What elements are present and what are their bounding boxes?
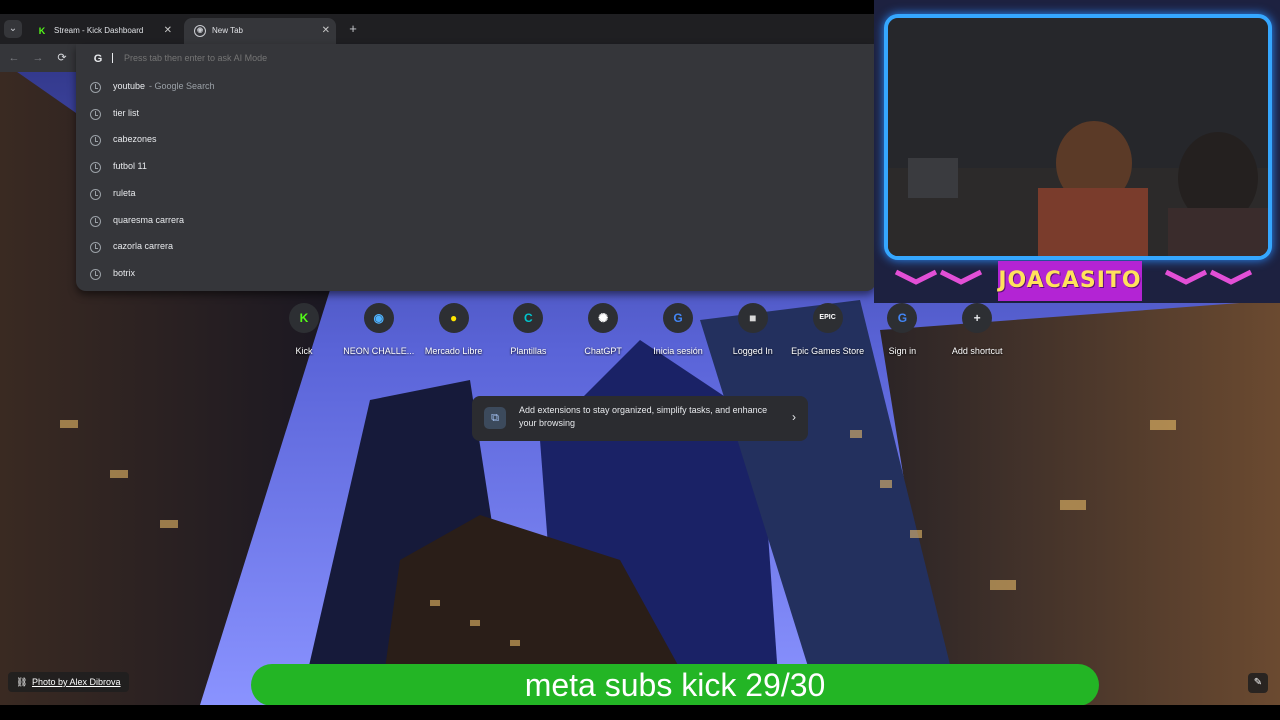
shortcut-favicon-icon: G (887, 303, 918, 333)
history-clock-icon (90, 242, 101, 254)
photo-credit-text: Photo by Alex Dibrova (32, 677, 121, 687)
history-clock-icon (90, 188, 101, 200)
shortcut-label: Kick (295, 346, 313, 356)
shortcut-tile[interactable]: EPIC Epic Games Store (791, 303, 865, 363)
tab-new-tab[interactable]: ◉ New Tab ✕ (184, 18, 336, 44)
shortcut-label: Add shortcut (951, 346, 1003, 356)
shortcut-label: Logged In (732, 346, 773, 356)
suggestion-query: quaresma carrera (113, 214, 185, 225)
new-tab-plus-icon[interactable]: + (346, 20, 360, 38)
shortcut-favicon-icon: C (513, 303, 544, 333)
history-clock-icon (90, 215, 101, 227)
shortcut-tile[interactable]: ● Mercado Libre (417, 303, 491, 363)
left-chevrons-decoration (894, 269, 983, 285)
shortcut-favicon-icon: EPIC (812, 303, 843, 333)
suggestion-text: ruleta (113, 183, 136, 203)
shortcut-tile[interactable]: C Plantillas (491, 303, 565, 363)
webcam-feed (884, 14, 1272, 260)
shortcut-label: ChatGPT (584, 346, 622, 356)
close-tab-icon[interactable]: ✕ (322, 18, 330, 44)
link-icon: ⛓ (16, 677, 28, 687)
suggestion-row[interactable]: youtube - Google Search (76, 76, 876, 102)
shortcut-tile[interactable]: ■ Logged In (716, 303, 790, 363)
suggestion-row[interactable]: botrix (76, 263, 876, 289)
suggestion-text: quaresma carrera (113, 210, 184, 230)
shortcut-favicon-icon: ✺ (588, 303, 619, 333)
suggestion-row[interactable]: cabezones (76, 129, 876, 155)
streamer-name-badge: JOACASITO (998, 261, 1142, 301)
suggestion-row[interactable]: cazorla carrera (76, 236, 876, 262)
suggestion-text: youtube - Google Search (113, 76, 215, 96)
suggestion-text: cazorla carrera (113, 236, 173, 256)
address-bar-input[interactable] (124, 50, 824, 66)
history-clock-icon (90, 135, 101, 147)
shortcut-label: Epic Games Store (791, 346, 865, 356)
suggestion-subtext: - Google Search (149, 81, 215, 91)
suggestion-text: tier list (113, 103, 139, 123)
reload-icon[interactable]: ⟳ (54, 50, 70, 66)
suggestion-row[interactable]: ruleta (76, 183, 876, 209)
suggestion-query: botrix (113, 267, 136, 278)
suggestion-text: cabezones (113, 129, 157, 149)
suggestion-row[interactable]: tier list (76, 103, 876, 129)
omnibox-dropdown: G youtube- Google Search tier list cabezon… (76, 44, 876, 291)
suggestion-text: botrix (113, 263, 135, 283)
suggestion-query: cabezones (113, 134, 157, 145)
shortcut-favicon-icon: K (289, 303, 319, 333)
shortcut-tile[interactable]: + Add shortcut (940, 303, 1014, 363)
kick-favicon-icon: K (36, 25, 48, 37)
shortcut-favicon-icon: + (962, 303, 993, 333)
promo-text: Add extensions to stay organized, simpli… (519, 405, 768, 428)
bottom-bar (0, 705, 1280, 720)
suggestion-query: tier list (113, 107, 140, 118)
shortcut-label: Plantillas (510, 346, 547, 356)
history-clock-icon (90, 82, 101, 93)
tab-label: Stream - Kick Dashboard (54, 26, 144, 35)
google-g-icon: G (93, 53, 103, 65)
history-clock-icon (90, 268, 101, 280)
shortcut-favicon-icon: ■ (737, 303, 768, 333)
shortcut-favicon-icon: G (663, 303, 693, 333)
shortcut-tile[interactable]: G Sign in (865, 303, 939, 363)
puzzle-piece-icon: ⧉ (484, 407, 506, 429)
shortcut-tile[interactable]: ◉ NEON CHALLE... (342, 303, 416, 363)
top-strip (0, 0, 876, 14)
chrome-favicon-icon: ◉ (194, 25, 206, 37)
shortcut-tile[interactable]: G Inicia sesión (641, 303, 715, 363)
suggestion-query: ruleta (113, 187, 136, 198)
tab-search-dropdown-icon[interactable]: ⌄ (4, 20, 22, 38)
shortcut-favicon-icon: ◉ (363, 303, 394, 333)
shortcut-label: Sign in (888, 346, 917, 356)
webcam-scene-illustration (888, 18, 1268, 256)
suggestion-query: futbol 11 (113, 161, 147, 172)
suggestion-row[interactable]: futbol 11 (76, 156, 876, 182)
webcam-overlay: JOACASITO (874, 0, 1280, 303)
chevron-right-icon[interactable]: › (792, 410, 796, 424)
suggestion-text: futbol 11 (113, 156, 147, 176)
tab-bar: ⌄ K Stream - Kick Dashboard ✕ ◉ New Tab … (0, 14, 876, 44)
right-chevrons-decoration (1164, 269, 1253, 285)
extensions-promo-card[interactable]: ⧉ Add extensions to stay organized, simp… (472, 396, 808, 441)
shortcut-label: Inicia sesión (653, 346, 703, 356)
shortcut-favicon-icon: ● (438, 303, 469, 333)
shortcut-tile[interactable]: K Kick (267, 303, 341, 363)
back-arrow-icon[interactable]: ← (6, 50, 22, 66)
close-tab-icon[interactable]: ✕ (164, 18, 172, 44)
tab-label: New Tab (212, 26, 243, 35)
suggestion-row[interactable]: quaresma carrera (76, 210, 876, 236)
shortcut-label: NEON CHALLE... (343, 346, 415, 356)
shortcut-tile[interactable]: ✺ ChatGPT (566, 303, 640, 363)
customize-pencil-icon[interactable]: ✎ (1248, 673, 1268, 693)
tab-kick-dashboard[interactable]: K Stream - Kick Dashboard ✕ (26, 18, 178, 44)
history-clock-icon (90, 108, 101, 120)
subs-goal-banner: meta subs kick 29/30 (251, 664, 1099, 706)
history-clock-icon (90, 162, 101, 174)
shortcut-label: Mercado Libre (424, 346, 483, 356)
suggestion-query: youtube (113, 81, 146, 91)
text-caret (112, 53, 118, 63)
photo-credit-link[interactable]: ⛓ Photo by Alex Dibrova (8, 672, 129, 692)
suggestion-query: cazorla carrera (113, 241, 174, 252)
forward-arrow-icon[interactable]: → (30, 50, 46, 66)
